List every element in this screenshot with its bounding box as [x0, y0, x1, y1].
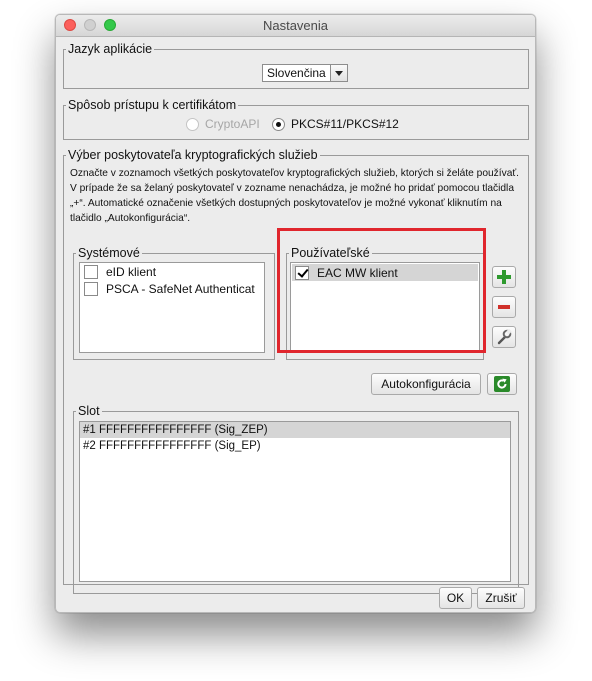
access-method-group: Spôsob prístupu k certifikátom CryptoAPI… [63, 98, 529, 140]
ok-button[interactable]: OK [439, 587, 472, 609]
system-providers-group: Systémové eID klient PSCA - SafeNet Auth… [73, 246, 275, 360]
refresh-icon [494, 376, 510, 392]
providers-legend: Výber poskytovateľa kryptografických slu… [68, 148, 318, 162]
refresh-button[interactable] [487, 373, 517, 395]
radio-cryptoapi-label: CryptoAPI [205, 117, 260, 131]
add-provider-button[interactable] [492, 266, 516, 288]
provider-label: eID klient [106, 264, 157, 279]
edit-provider-button[interactable] [492, 326, 516, 348]
language-select[interactable]: Slovenčina [262, 64, 348, 82]
radio-pkcs[interactable]: PKCS#11/PKCS#12 [272, 117, 399, 131]
autoconfiguration-button[interactable]: Autokonfigurácia [371, 373, 481, 395]
provider-checkbox[interactable] [84, 281, 98, 296]
provider-checkbox[interactable] [84, 264, 98, 279]
radio-pkcs-indicator[interactable] [272, 117, 285, 131]
slot-row[interactable]: #2 FFFFFFFFFFFFFFFF (Sig_EP) [80, 438, 510, 454]
window-title: Nastavenia [262, 18, 329, 33]
slot-list: #1 FFFFFFFFFFFFFFFF (Sig_ZEP) #2 FFFFFFF… [79, 421, 511, 582]
access-method-legend: Spôsob prístupu k certifikátom [68, 98, 237, 112]
language-group: Jazyk aplikácie Slovenčina [63, 42, 529, 89]
highlight-box [277, 228, 486, 353]
slot-row[interactable]: #1 FFFFFFFFFFFFFFFF (Sig_ZEP) [80, 422, 510, 438]
remove-provider-button[interactable] [492, 296, 516, 318]
provider-label: PSCA - SafeNet Authenticat [106, 281, 255, 296]
slot-legend: Slot [78, 404, 100, 418]
system-providers-list: eID klient PSCA - SafeNet Authenticat [79, 262, 265, 353]
radio-cryptoapi-indicator[interactable] [186, 117, 199, 131]
language-select-value: Slovenčina [267, 66, 326, 80]
radio-pkcs-label: PKCS#11/PKCS#12 [291, 117, 399, 131]
minus-icon [498, 305, 510, 309]
list-item[interactable]: PSCA - SafeNet Authenticat [80, 280, 264, 297]
cancel-button[interactable]: Zrušiť [477, 587, 525, 609]
language-legend: Jazyk aplikácie [68, 42, 153, 56]
list-item[interactable]: eID klient [80, 263, 264, 280]
radio-cryptoapi[interactable]: CryptoAPI [186, 117, 260, 131]
slot-group: Slot #1 FFFFFFFFFFFFFFFF (Sig_ZEP) #2 FF… [73, 404, 519, 594]
providers-group: Výber poskytovateľa kryptografických slu… [63, 148, 529, 594]
chevron-down-icon[interactable] [329, 65, 347, 81]
title-bar: Nastavenia [56, 15, 535, 37]
providers-description: Označte v zoznamoch všetkých poskytovate… [70, 168, 520, 224]
plus-icon [497, 270, 511, 284]
wrench-icon [497, 329, 512, 345]
system-providers-legend: Systémové [78, 246, 140, 260]
